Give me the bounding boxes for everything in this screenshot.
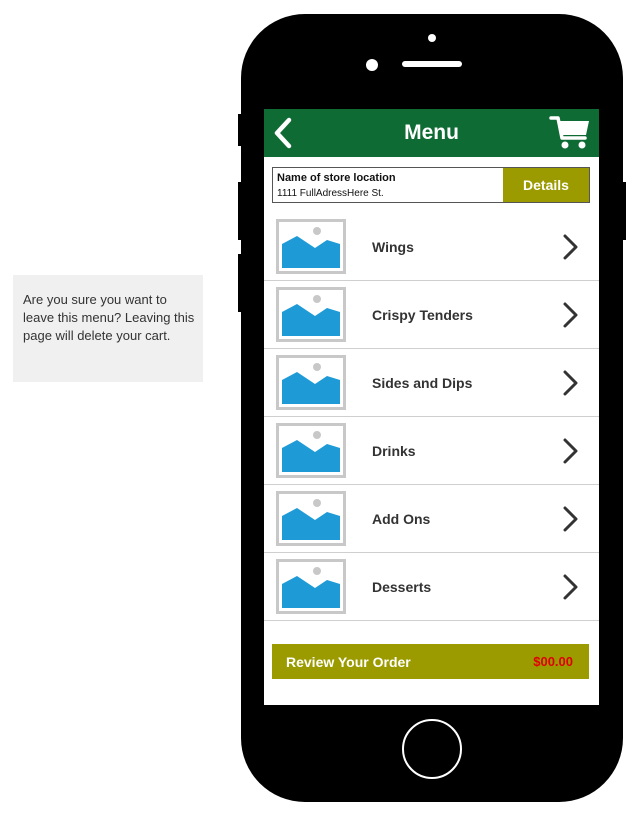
app-screen: Menu Name of store location 1111 FullAdr… — [264, 109, 599, 705]
leave-warning-text: Are you sure you want to leave this menu… — [23, 292, 195, 343]
menu-item-desserts[interactable]: Desserts — [264, 553, 599, 621]
shopping-cart-icon — [549, 116, 589, 149]
review-order-button[interactable]: Review Your Order $00.00 — [272, 644, 589, 679]
menu-item-label: Add Ons — [372, 511, 431, 527]
image-placeholder-icon — [276, 559, 346, 614]
image-placeholder-icon — [276, 355, 346, 410]
menu-item-drinks[interactable]: Drinks — [264, 417, 599, 485]
app-header: Menu — [264, 109, 599, 157]
chevron-right-icon — [563, 234, 578, 260]
phone-home-button[interactable] — [402, 719, 462, 779]
menu-item-sides-and-dips[interactable]: Sides and Dips — [264, 349, 599, 417]
phone-volume-down — [238, 254, 243, 312]
menu-item-label: Sides and Dips — [372, 375, 473, 391]
phone-volume-up — [238, 182, 243, 240]
chevron-right-icon — [563, 506, 578, 532]
menu-item-crispy-tenders[interactable]: Crispy Tenders — [264, 281, 599, 349]
phone-front-camera — [428, 34, 436, 42]
chevron-right-icon — [563, 302, 578, 328]
menu-list: Wings Crispy Tenders Sides and Dips Drin… — [264, 213, 599, 621]
menu-item-label: Desserts — [372, 579, 432, 595]
store-name: Name of store location — [277, 172, 396, 184]
store-location-box: Name of store location 1111 FullAdressHe… — [272, 167, 590, 203]
image-placeholder-icon — [276, 491, 346, 546]
chevron-right-icon — [563, 370, 578, 396]
phone-earpiece — [402, 61, 462, 67]
order-total: $00.00 — [533, 654, 573, 669]
phone-side-button — [238, 114, 243, 146]
menu-item-add-ons[interactable]: Add Ons — [264, 485, 599, 553]
menu-item-wings[interactable]: Wings — [264, 213, 599, 281]
store-address: 1111 FullAdressHere St. — [277, 188, 384, 199]
menu-item-label: Crispy Tenders — [372, 307, 473, 323]
menu-item-label: Wings — [372, 239, 414, 255]
cart-button[interactable] — [549, 114, 591, 152]
image-placeholder-icon — [276, 219, 346, 274]
leave-warning-note: Are you sure you want to leave this menu… — [13, 275, 203, 382]
phone-power-button — [621, 182, 626, 240]
review-order-label: Review Your Order — [286, 654, 411, 670]
image-placeholder-icon — [276, 423, 346, 478]
phone-sensor — [366, 59, 378, 71]
image-placeholder-icon — [276, 287, 346, 342]
details-button[interactable]: Details — [503, 168, 589, 202]
menu-item-label: Drinks — [372, 443, 416, 459]
chevron-right-icon — [563, 438, 578, 464]
chevron-right-icon — [563, 574, 578, 600]
